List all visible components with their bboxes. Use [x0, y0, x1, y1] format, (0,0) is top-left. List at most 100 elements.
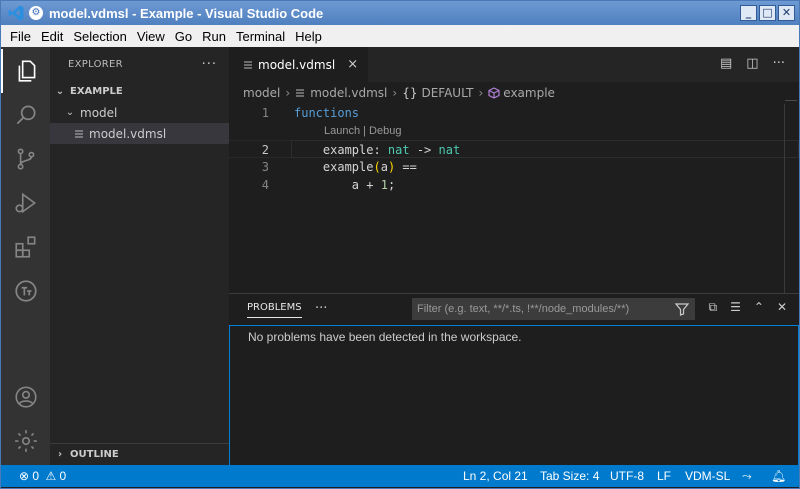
vdm-icon[interactable]	[1, 269, 50, 313]
code-line[interactable]: 3 example(a) ==	[229, 158, 799, 176]
file-lines-icon	[75, 130, 83, 137]
chevron-down-icon: ⌄	[65, 107, 75, 118]
panel-more-tabs-button[interactable]: ···	[315, 301, 327, 316]
explorer-header: EXPLORER ···	[50, 47, 229, 81]
workspace-name: EXAMPLE	[70, 86, 123, 97]
window-title: model.vdmsl - Example - Visual Studio Co…	[49, 5, 324, 21]
overview-ruler[interactable]	[785, 100, 797, 128]
code-line[interactable]: 4 a + 1;	[229, 176, 799, 194]
menu-go[interactable]: Go	[170, 29, 197, 44]
code-editor[interactable]: 1 functions Launch | Debug 2 example: na…	[229, 104, 799, 194]
search-icon[interactable]	[1, 93, 50, 137]
code-line-current[interactable]: 2 example: nat -> nat	[229, 140, 799, 158]
file-lines-icon	[244, 61, 252, 68]
maximize-panel-icon[interactable]: ⌃	[754, 300, 764, 315]
status-bar: ⊗ 0 ⚠ 0 Ln 2, Col 21 Tab Size: 4 UTF-8 L…	[1, 465, 799, 487]
editor-more-actions-icon[interactable]: ···	[773, 56, 785, 71]
close-panel-icon[interactable]: ✕	[777, 300, 787, 315]
error-icon: ⊗	[19, 469, 30, 483]
line-number: 1	[261, 106, 269, 120]
line-number: 4	[261, 178, 269, 192]
vscode-window: ⚙ model.vdmsl - Example - Visual Studio …	[0, 0, 800, 489]
open-preview-icon[interactable]: ▤	[720, 56, 732, 71]
menu-run[interactable]: Run	[197, 29, 231, 44]
editor-group: model.vdmsl × ▤ ◫ ··· model › model.vdms…	[229, 47, 799, 293]
folder-name: model	[80, 105, 118, 120]
file-encoding[interactable]: UTF-8	[610, 469, 644, 483]
problems-list[interactable]: No problems have been detected in the wo…	[229, 325, 799, 466]
tree-item-file[interactable]: model.vdmsl	[50, 123, 229, 144]
bottom-panel: PROBLEMS ··· Filter (e.g. text, **/*.ts,…	[229, 293, 799, 466]
system-menu-icon[interactable]: ⚙	[29, 6, 43, 20]
chevron-right-icon: ›	[285, 86, 291, 100]
file-name: model.vdmsl	[89, 126, 167, 141]
editor-scrollbar[interactable]	[784, 104, 785, 293]
breadcrumb-folder[interactable]: model	[243, 86, 280, 100]
chevron-down-icon: ⌄	[55, 86, 65, 97]
filter-funnel-icon[interactable]	[674, 301, 690, 317]
panel-header: PROBLEMS ··· Filter (e.g. text, **/*.ts,…	[229, 294, 799, 324]
manage-gear-icon[interactable]	[1, 419, 50, 463]
tab-label: model.vdmsl	[258, 57, 336, 72]
end-of-line[interactable]: LF	[657, 469, 671, 483]
outline-title: OUTLINE	[70, 449, 119, 460]
language-mode[interactable]: VDM-SL	[685, 469, 730, 483]
problems-filter-input[interactable]: Filter (e.g. text, **/*.ts, !**/node_mod…	[412, 298, 695, 320]
explorer-icon[interactable]	[1, 49, 50, 93]
editor-tabs: model.vdmsl × ▤ ◫ ···	[229, 47, 799, 82]
filter-placeholder: Filter (e.g. text, **/*.ts, !**/node_mod…	[417, 303, 630, 315]
close-window-button[interactable]: ✕	[778, 5, 795, 21]
title-bar: ⚙ model.vdmsl - Example - Visual Studio …	[1, 1, 799, 25]
breadcrumb-file[interactable]: model.vdmsl	[310, 86, 387, 100]
editor-actions: ▤ ◫ ···	[720, 56, 785, 71]
tab-problems[interactable]: PROBLEMS	[247, 302, 302, 318]
source-control-icon[interactable]	[1, 137, 50, 181]
collapse-all-icon[interactable]: ⧉	[709, 300, 718, 315]
menu-view[interactable]: View	[132, 29, 170, 44]
line-number: 3	[261, 160, 269, 174]
code-text-line-1: functions	[294, 106, 360, 120]
vscode-logo-icon	[8, 5, 24, 21]
menu-file[interactable]: File	[5, 29, 36, 44]
outline-section[interactable]: › OUTLINE	[50, 443, 229, 465]
breadcrumb: model › model.vdmsl › {} DEFAULT › examp…	[229, 82, 799, 104]
minimize-button[interactable]: _	[740, 5, 757, 21]
activity-bar	[1, 47, 50, 465]
tree-item-folder[interactable]: ⌄ model	[50, 102, 229, 123]
code-text-line-3: example(a) ==	[294, 160, 417, 174]
extensions-icon[interactable]	[1, 225, 50, 269]
workspace-folder-row[interactable]: ⌄ EXAMPLE	[50, 81, 229, 102]
account-icon[interactable]	[1, 375, 50, 419]
explorer-sidebar: EXPLORER ··· ⌄ EXAMPLE ⌄ model model.vdm…	[50, 47, 229, 465]
explorer-more-actions-button[interactable]: ···	[202, 57, 217, 72]
code-line[interactable]: 1 functions	[229, 104, 799, 122]
notifications-bell-icon[interactable]: 🔔︎	[771, 469, 786, 483]
problems-status[interactable]: ⊗ 0 ⚠ 0	[19, 469, 66, 483]
warning-count: 0	[59, 469, 67, 483]
breadcrumb-symbol[interactable]: example	[503, 86, 555, 100]
chevron-right-icon: ›	[392, 86, 398, 100]
menu-bar: File Edit Selection View Go Run Terminal…	[1, 25, 799, 47]
run-debug-icon[interactable]	[1, 181, 50, 225]
error-count: 0	[32, 469, 40, 483]
menu-help[interactable]: Help	[290, 29, 327, 44]
tab-model-vdmsl[interactable]: model.vdmsl ×	[229, 47, 369, 82]
menu-edit[interactable]: Edit	[36, 29, 68, 44]
breadcrumb-module[interactable]: DEFAULT	[421, 86, 473, 100]
warning-icon: ⚠	[45, 469, 57, 483]
maximize-button[interactable]: □	[759, 5, 776, 21]
feedback-icon[interactable]: ⤳	[742, 469, 752, 484]
code-lens-launch-debug[interactable]: Launch | Debug	[229, 122, 799, 140]
menu-terminal[interactable]: Terminal	[231, 29, 290, 44]
file-lines-icon	[296, 89, 305, 97]
cursor-position[interactable]: Ln 2, Col 21	[463, 469, 528, 483]
window-controls: _ □ ✕	[740, 5, 795, 21]
chevron-right-icon: ›	[478, 86, 484, 100]
module-braces-icon: {}	[402, 86, 418, 100]
menu-selection[interactable]: Selection	[68, 29, 131, 44]
tab-close-icon[interactable]: ×	[347, 57, 358, 72]
split-editor-icon[interactable]: ◫	[746, 56, 758, 71]
view-as-list-icon[interactable]: ☰	[730, 300, 741, 315]
explorer-title: EXPLORER	[68, 58, 123, 70]
tab-size[interactable]: Tab Size: 4	[540, 469, 599, 483]
